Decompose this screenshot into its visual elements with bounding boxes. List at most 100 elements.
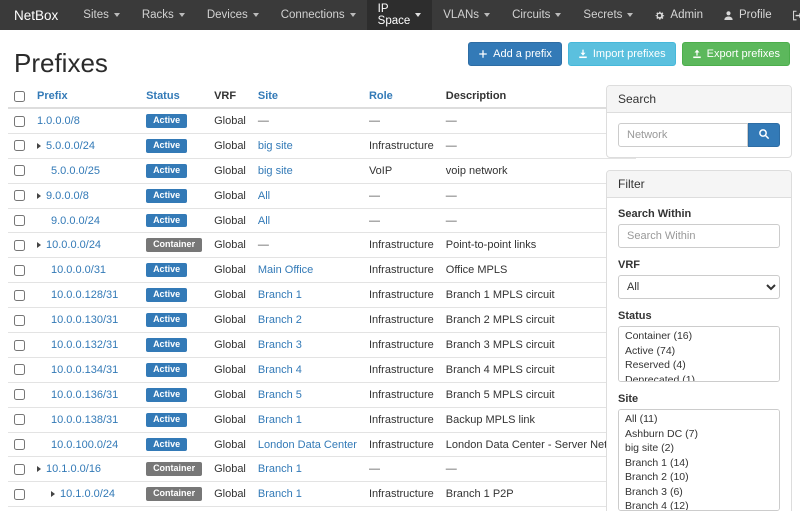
listbox-option[interactable]: Active (74) xyxy=(619,344,779,359)
row-checkbox[interactable] xyxy=(14,290,25,301)
brand-link[interactable]: NetBox xyxy=(0,0,72,30)
prefix-link[interactable]: 10.1.0.0/16 xyxy=(46,463,101,475)
prefix-link[interactable]: 10.0.0.134/31 xyxy=(51,364,118,376)
select-all-checkbox[interactable] xyxy=(14,91,25,102)
row-checkbox[interactable] xyxy=(14,240,25,251)
row-checkbox[interactable] xyxy=(14,315,25,326)
listbox-option[interactable]: Reserved (4) xyxy=(619,358,779,373)
prefix-link[interactable]: 10.0.0.128/31 xyxy=(51,289,118,301)
site-link[interactable]: London Data Center xyxy=(258,439,357,451)
row-checkbox[interactable] xyxy=(14,340,25,351)
row-checkbox-cell xyxy=(8,233,31,258)
site-link[interactable]: Branch 1 xyxy=(258,463,302,475)
nav-item-sites[interactable]: Sites xyxy=(72,0,131,30)
row-checkbox[interactable] xyxy=(14,489,25,500)
row-checkbox[interactable] xyxy=(14,439,25,450)
site-link[interactable]: Branch 1 xyxy=(258,488,302,500)
nav-item-racks[interactable]: Racks xyxy=(131,0,196,30)
listbox-option[interactable]: Branch 2 (10) xyxy=(619,470,779,485)
import-prefixes-button[interactable]: Import prefixes xyxy=(568,42,676,66)
column-header-link[interactable]: Status xyxy=(146,90,180,102)
nav-item-devices[interactable]: Devices xyxy=(196,0,270,30)
row-checkbox[interactable] xyxy=(14,364,25,375)
prefix-link[interactable]: 10.0.0.0/24 xyxy=(46,239,101,251)
search-button[interactable] xyxy=(748,123,780,147)
listbox-option[interactable]: big site (2) xyxy=(619,441,779,456)
row-checkbox[interactable] xyxy=(14,165,25,176)
expand-arrow-icon[interactable] xyxy=(51,491,55,497)
site-link[interactable]: All xyxy=(258,190,270,202)
listbox-option[interactable]: Container (16) xyxy=(619,329,779,344)
prefix-link[interactable]: 9.0.0.0/8 xyxy=(46,190,89,202)
nav-item-connections[interactable]: Connections xyxy=(270,0,367,30)
site-link[interactable]: Branch 3 xyxy=(258,339,302,351)
row-checkbox[interactable] xyxy=(14,190,25,201)
prefix-link[interactable]: 10.0.0.132/31 xyxy=(51,339,118,351)
prefix-link[interactable]: 10.0.0.138/31 xyxy=(51,414,118,426)
nav-right-item-label: Profile xyxy=(739,9,772,21)
nav-item-circuits[interactable]: Circuits xyxy=(501,0,572,30)
prefix-link[interactable]: 10.0.0.130/31 xyxy=(51,314,118,326)
add-prefix-button[interactable]: Add a prefix xyxy=(468,42,562,66)
search-within-input[interactable] xyxy=(618,224,780,248)
column-header-prefix[interactable]: Prefix xyxy=(31,85,140,108)
prefix-link[interactable]: 1.0.0.0/8 xyxy=(37,115,80,127)
prefix-link[interactable]: 9.0.0.0/24 xyxy=(51,215,100,227)
listbox-option[interactable]: Deprecated (1) xyxy=(619,373,779,383)
prefix-link[interactable]: 10.1.0.0/24 xyxy=(60,488,115,500)
row-checkbox[interactable] xyxy=(14,464,25,475)
expand-arrow-icon[interactable] xyxy=(37,466,41,472)
column-header-status[interactable]: Status xyxy=(140,85,208,108)
nav-item-ip-space[interactable]: IP Space xyxy=(367,0,433,30)
prefix-wrap: 10.0.100.0/24 xyxy=(37,439,134,451)
site-link[interactable]: Branch 2 xyxy=(258,314,302,326)
site-link[interactable]: big site xyxy=(258,165,293,177)
row-checkbox[interactable] xyxy=(14,265,25,276)
site-link[interactable]: Branch 1 xyxy=(258,414,302,426)
expand-arrow-icon[interactable] xyxy=(37,193,41,199)
column-header-link[interactable]: Role xyxy=(369,90,393,102)
column-header-role[interactable]: Role xyxy=(363,85,440,108)
row-checkbox[interactable] xyxy=(14,116,25,127)
row-checkbox[interactable] xyxy=(14,389,25,400)
listbox-option[interactable]: Ashburn DC (7) xyxy=(619,427,779,442)
listbox-option[interactable]: Branch 1 (14) xyxy=(619,456,779,471)
column-header-link[interactable]: Prefix xyxy=(37,90,68,102)
vrf-select[interactable]: All xyxy=(618,275,780,299)
nav-admin[interactable]: Admin xyxy=(644,0,713,30)
row-checkbox[interactable] xyxy=(14,215,25,226)
nav-item-secrets[interactable]: Secrets xyxy=(572,0,644,30)
role-value: Infrastructure xyxy=(369,140,434,152)
expand-arrow-icon[interactable] xyxy=(37,242,41,248)
nav-log-out[interactable]: Log out xyxy=(782,0,800,30)
expand-arrow-icon[interactable] xyxy=(37,143,41,149)
site-link[interactable]: Branch 5 xyxy=(258,389,302,401)
site-link[interactable]: big site xyxy=(258,140,293,152)
prefix-link[interactable]: 10.0.0.136/31 xyxy=(51,389,118,401)
site-listbox[interactable]: All (11)Ashburn DC (7)big site (2)Branch… xyxy=(618,409,780,511)
vrf-value: Global xyxy=(214,364,246,376)
export-prefixes-button[interactable]: Export prefixes xyxy=(682,42,790,66)
prefix-link[interactable]: 5.0.0.0/25 xyxy=(51,165,100,177)
site-link[interactable]: Main Office xyxy=(258,264,313,276)
listbox-option[interactable]: Branch 3 (6) xyxy=(619,485,779,500)
site-link[interactable]: Branch 1 xyxy=(258,289,302,301)
site-link[interactable]: All xyxy=(258,215,270,227)
column-header-site[interactable]: Site xyxy=(252,85,363,108)
row-checkbox[interactable] xyxy=(14,140,25,151)
column-header-link[interactable]: Site xyxy=(258,90,278,102)
nav-item-label: Circuits xyxy=(512,9,550,21)
listbox-option[interactable]: Branch 4 (12) xyxy=(619,499,779,511)
prefix-link[interactable]: 10.0.100.0/24 xyxy=(51,439,118,451)
site-link[interactable]: Branch 4 xyxy=(258,364,302,376)
status-listbox[interactable]: Container (16)Active (74)Reserved (4)Dep… xyxy=(618,326,780,382)
nav-item-vlans[interactable]: VLANs xyxy=(432,0,501,30)
listbox-option[interactable]: All (11) xyxy=(619,412,779,427)
prefix-link[interactable]: 10.0.0.0/31 xyxy=(51,264,106,276)
prefix-link[interactable]: 5.0.0.0/24 xyxy=(46,140,95,152)
nav-profile[interactable]: Profile xyxy=(713,0,782,30)
prefix-cell: 5.0.0.0/25 xyxy=(31,158,140,183)
row-checkbox[interactable] xyxy=(14,414,25,425)
site-cell: — xyxy=(252,108,363,133)
search-input[interactable] xyxy=(618,123,748,147)
